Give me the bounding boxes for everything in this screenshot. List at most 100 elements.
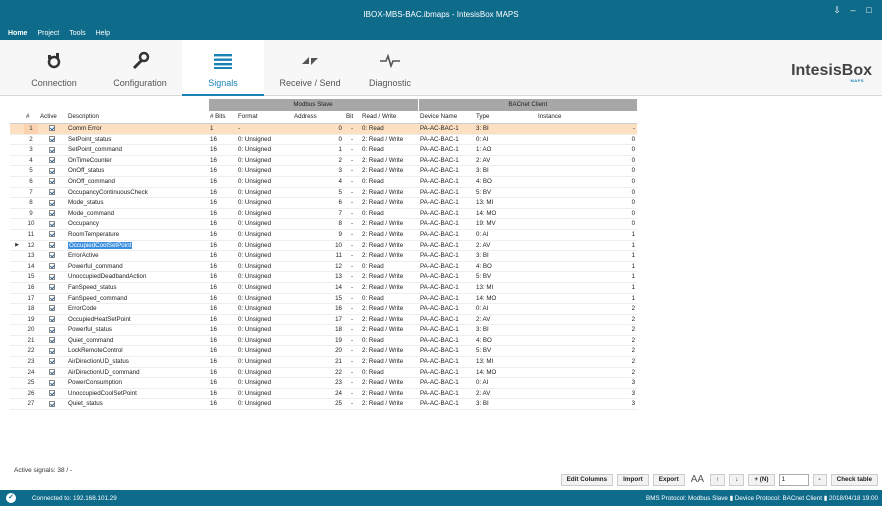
cell-read-write[interactable]: 2: Read / Write bbox=[360, 325, 418, 336]
cell-bits[interactable]: 16 bbox=[208, 261, 236, 272]
cell-bits[interactable]: 16 bbox=[208, 198, 236, 209]
cell-format[interactable]: 0: Unsigned bbox=[236, 388, 292, 399]
cell-read-write[interactable]: 2: Read / Write bbox=[360, 272, 418, 283]
cell-type[interactable]: 2: AV bbox=[474, 314, 536, 325]
cell-description[interactable]: SetPoint_command bbox=[66, 145, 208, 156]
cell-type[interactable]: 3: BI bbox=[474, 166, 536, 177]
cell-number[interactable]: 3 bbox=[24, 145, 38, 156]
active-checkbox[interactable] bbox=[49, 210, 55, 217]
cell-number[interactable]: 2 bbox=[24, 134, 38, 145]
cell-bit[interactable]: - bbox=[344, 240, 360, 251]
cell-number[interactable]: 9 bbox=[24, 208, 38, 219]
active-checkbox[interactable] bbox=[49, 400, 55, 407]
table-row[interactable]: 10 Occupancy 16 0: Unsigned 8-2: Read / Writ… bbox=[10, 219, 638, 230]
active-checkbox[interactable] bbox=[49, 167, 55, 174]
menu-help[interactable]: Help bbox=[96, 30, 110, 37]
active-checkbox[interactable] bbox=[49, 390, 55, 397]
add-n-button[interactable]: + (N) bbox=[748, 473, 775, 486]
cell-description[interactable]: Mode_status bbox=[66, 198, 208, 209]
table-row[interactable]: 18 ErrorCode 16 0: Unsigned 16-2: Read / Wri… bbox=[10, 304, 638, 315]
cell-address[interactable]: 15 bbox=[292, 293, 344, 304]
cell-bit[interactable]: - bbox=[344, 304, 360, 315]
cell-description[interactable]: Comm Error bbox=[66, 123, 208, 135]
cell-format[interactable]: 0: Unsigned bbox=[236, 272, 292, 283]
cell-bits[interactable]: 1 bbox=[208, 123, 236, 135]
cell-instance[interactable]: 1 bbox=[536, 261, 637, 272]
cell-device-name[interactable]: PA-AC-BAC-1 bbox=[418, 346, 474, 357]
cell-type[interactable]: 3: BI bbox=[474, 325, 536, 336]
cell-description[interactable]: Quiet_command bbox=[66, 335, 208, 346]
cell-format[interactable]: 0: Unsigned bbox=[236, 304, 292, 315]
table-row[interactable]: 4 OnTimeCounter 16 0: Unsigned 2-2: Read / W… bbox=[10, 155, 638, 166]
cell-address[interactable]: 9 bbox=[292, 229, 344, 240]
cell-read-write[interactable]: 2: Read / Write bbox=[360, 134, 418, 145]
cell-format[interactable]: 0: Unsigned bbox=[236, 367, 292, 378]
cell-description[interactable]: LockRemoteControl bbox=[66, 346, 208, 357]
cell-bit[interactable]: - bbox=[344, 388, 360, 399]
cell-read-write[interactable]: 0: Read bbox=[360, 176, 418, 187]
cell-device-name[interactable]: PA-AC-BAC-1 bbox=[418, 198, 474, 209]
table-row[interactable]: 26 UnoccupiedCoolSetPoint 16 0: Unsigned 24-… bbox=[10, 388, 638, 399]
cell-type[interactable]: 2: AV bbox=[474, 155, 536, 166]
cell-type[interactable]: 2: AV bbox=[474, 240, 536, 251]
cell-device-name[interactable]: PA-AC-BAC-1 bbox=[418, 282, 474, 293]
cell-format[interactable]: - bbox=[236, 123, 292, 135]
cell-type[interactable]: 0: AI bbox=[474, 304, 536, 315]
cell-read-write[interactable]: 2: Read / Write bbox=[360, 388, 418, 399]
cell-description[interactable]: OccupiedCoolSetPoint bbox=[66, 240, 208, 251]
cell-format[interactable]: 0: Unsigned bbox=[236, 166, 292, 177]
cell-device-name[interactable]: PA-AC-BAC-1 bbox=[418, 325, 474, 336]
table-row[interactable]: 5 OnOff_status 16 0: Unsigned 3-2: Read / Wr… bbox=[10, 166, 638, 177]
cell-address[interactable]: 11 bbox=[292, 251, 344, 262]
cell-instance[interactable]: 0 bbox=[536, 187, 637, 198]
active-checkbox[interactable] bbox=[49, 316, 55, 323]
cell-type[interactable]: 2: AV bbox=[474, 388, 536, 399]
cell-bits[interactable]: 16 bbox=[208, 155, 236, 166]
table-row[interactable]: 17 FanSpeed_command 16 0: Unsigned 15-0: Rea… bbox=[10, 293, 638, 304]
active-checkbox[interactable] bbox=[49, 220, 55, 227]
menu-tools[interactable]: Tools bbox=[69, 30, 85, 37]
cell-read-write[interactable]: 0: Read bbox=[360, 145, 418, 156]
cell-number[interactable]: 5 bbox=[24, 166, 38, 177]
table-row[interactable]: 8 Mode_status 16 0: Unsigned 6-2: Read / Wri… bbox=[10, 198, 638, 209]
cell-number[interactable]: 25 bbox=[24, 378, 38, 389]
cell-format[interactable]: 0: Unsigned bbox=[236, 282, 292, 293]
active-checkbox[interactable] bbox=[49, 369, 55, 376]
cell-format[interactable]: 0: Unsigned bbox=[236, 187, 292, 198]
cell-device-name[interactable]: PA-AC-BAC-1 bbox=[418, 314, 474, 325]
cell-bits[interactable]: 16 bbox=[208, 399, 236, 410]
cell-type[interactable]: 14: MO bbox=[474, 367, 536, 378]
cell-address[interactable]: 8 bbox=[292, 219, 344, 230]
cell-instance[interactable]: 2 bbox=[536, 367, 637, 378]
cell-bits[interactable]: 16 bbox=[208, 388, 236, 399]
cell-bits[interactable]: 16 bbox=[208, 176, 236, 187]
import-button[interactable]: Import bbox=[617, 473, 649, 486]
active-checkbox[interactable] bbox=[49, 178, 55, 185]
cell-address[interactable]: 21 bbox=[292, 357, 344, 368]
cell-format[interactable]: 0: Unsigned bbox=[236, 208, 292, 219]
active-checkbox[interactable] bbox=[49, 125, 55, 132]
cell-type[interactable]: 13: MI bbox=[474, 357, 536, 368]
cell-description[interactable]: Mode_command bbox=[66, 208, 208, 219]
cell-read-write[interactable]: 2: Read / Write bbox=[360, 219, 418, 230]
check-table-button[interactable]: Check table bbox=[830, 473, 878, 486]
cell-bits[interactable]: 16 bbox=[208, 251, 236, 262]
cell-bit[interactable]: - bbox=[344, 123, 360, 135]
nav-connection[interactable]: Connection bbox=[18, 40, 90, 96]
cell-number[interactable]: 19 bbox=[24, 314, 38, 325]
cell-bits[interactable]: 16 bbox=[208, 378, 236, 389]
cell-instance[interactable]: 2 bbox=[536, 346, 637, 357]
cell-number[interactable]: 12 bbox=[24, 240, 38, 251]
cell-description[interactable]: Powerful_status bbox=[66, 325, 208, 336]
cell-address[interactable]: 4 bbox=[292, 176, 344, 187]
cell-description[interactable]: FanSpeed_command bbox=[66, 293, 208, 304]
cell-format[interactable]: 0: Unsigned bbox=[236, 325, 292, 336]
cell-address[interactable]: 7 bbox=[292, 208, 344, 219]
cell-bits[interactable]: 16 bbox=[208, 208, 236, 219]
cell-address[interactable]: 20 bbox=[292, 346, 344, 357]
cell-instance[interactable]: 0 bbox=[536, 219, 637, 230]
cell-description[interactable]: OnTimeCounter bbox=[66, 155, 208, 166]
cell-address[interactable]: 10 bbox=[292, 240, 344, 251]
table-row[interactable]: 23 AirDirectionUD_status 16 0: Unsigned 21-2… bbox=[10, 357, 638, 368]
cell-bits[interactable]: 16 bbox=[208, 335, 236, 346]
